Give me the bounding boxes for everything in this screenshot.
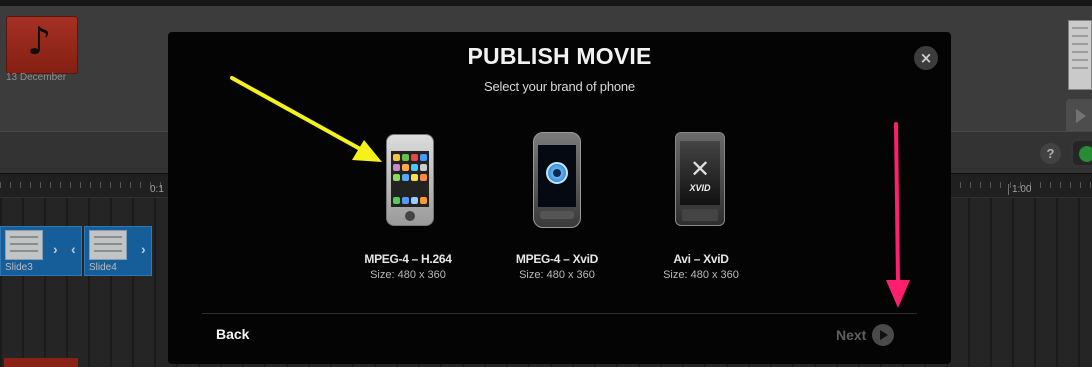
publish-movie-dialog: PUBLISH MOVIE Select your brand of phone… [168, 32, 951, 364]
option-size: Size: 480 x 360 [370, 269, 446, 281]
close-button[interactable]: × [914, 46, 938, 70]
xvid-phone-icon: ✕ XVID [675, 132, 725, 226]
option-title: Avi – XviD [673, 252, 729, 266]
option-title: MPEG-4 – XviD [515, 252, 599, 266]
option-size: Size: 480 x 360 [519, 269, 595, 281]
play-circle-icon [872, 324, 895, 346]
dialog-subtitle: Select your brand of phone [484, 79, 635, 94]
next-label: Next [836, 327, 867, 343]
phone-option-mpeg4-h264[interactable]: MPEG-4 – H.264 Size: 480 x 360 [348, 130, 468, 281]
dialog-title: PUBLISH MOVIE [467, 43, 652, 69]
option-size: Size: 480 x 360 [663, 269, 739, 281]
back-button[interactable]: Back [216, 326, 249, 342]
phone-option-mpeg4-xvid[interactable]: MPEG-4 – XviD Size: 480 x 360 [497, 130, 617, 281]
next-button[interactable]: Next [836, 324, 895, 346]
quicktime-phone-icon [533, 132, 581, 228]
option-title: MPEG-4 – H.264 [364, 252, 452, 266]
iphone-icon [386, 134, 434, 226]
phone-option-avi-xvid[interactable]: ✕ XVID Avi – XviD Size: 480 x 360 [641, 130, 761, 281]
dialog-divider [202, 313, 917, 314]
